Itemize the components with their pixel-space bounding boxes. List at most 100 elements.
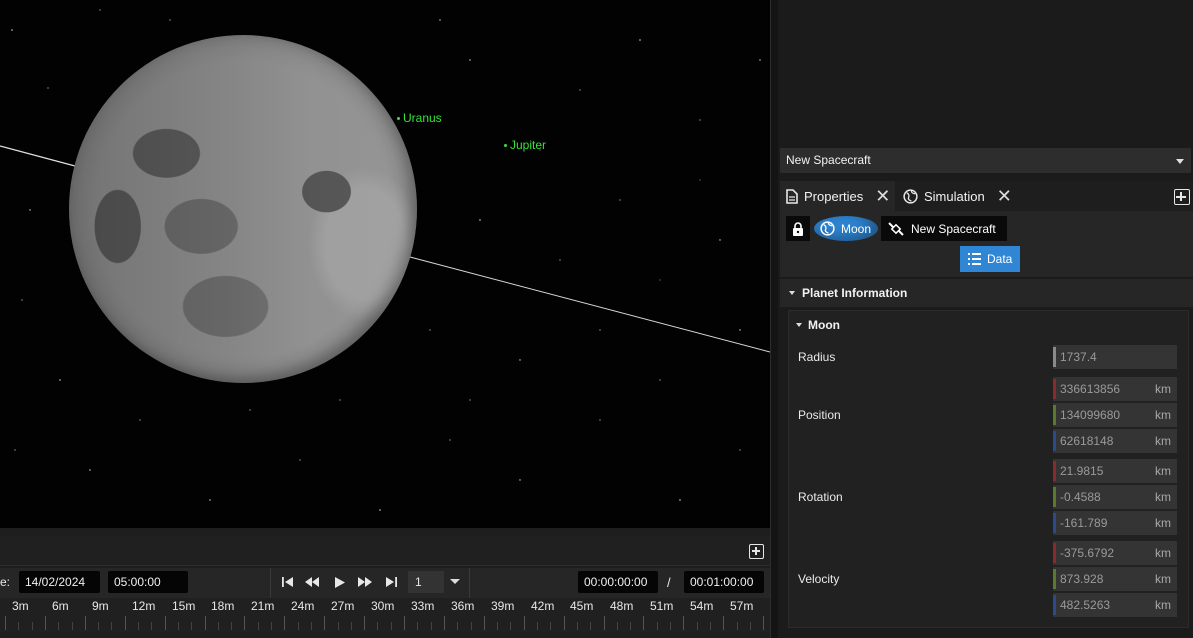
radius-label: Radius [798,350,836,364]
tick-mark [430,622,432,630]
unit-label: km [1155,490,1171,504]
tick-label: 51m [650,599,674,613]
tick-mark [377,622,379,630]
tick-label: 6m [52,599,69,613]
tick-mark [231,622,233,630]
subsection-title[interactable]: Moon [808,318,840,332]
tick-mark [257,622,259,630]
current-time-field[interactable]: 00:00:00:00 [578,571,658,593]
tab-properties-label: Properties [804,188,864,204]
globe-icon [903,188,918,204]
tick-label: 15m [172,599,196,613]
right-panel: New Spacecraft Properties ✕ Simulation ✕… [778,0,1193,638]
3d-viewport[interactable]: Uranus Jupiter [0,0,770,528]
end-time-field[interactable]: 00:01:00:00 [684,571,764,593]
rotation-y-field[interactable]: -0.4588 km [1053,485,1177,509]
unit-label: km [1155,516,1171,530]
moon-shading [69,35,417,383]
moon-object-button[interactable]: Moon [814,216,878,241]
tick-mark [763,616,765,630]
tick-mark [191,622,193,630]
radius-field[interactable]: 1737.4 [1053,345,1177,369]
time-separator: / [667,575,671,590]
tick-mark [523,616,525,630]
tick-mark [510,622,512,630]
position-x-field[interactable]: 336613856 km [1053,377,1177,401]
lock-button[interactable] [786,216,810,241]
chevron-down-icon[interactable] [450,579,460,584]
tick-mark [84,616,86,630]
y-axis-bar [1053,569,1056,589]
tick-mark [18,622,20,630]
tick-label: 45m [570,599,594,613]
velocity-x-value: -375.6792 [1060,546,1115,560]
jupiter-label[interactable]: Jupiter [504,138,546,152]
chevron-down-icon [1176,159,1184,164]
rotation-x-field[interactable]: 21.9815 km [1053,459,1177,483]
tick-mark [736,622,738,630]
timeline-header [0,536,770,566]
uranus-label[interactable]: Uranus [397,111,442,125]
position-y-field[interactable]: 134099680 km [1053,403,1177,427]
play-icon[interactable] [331,574,349,590]
position-z-field[interactable]: 62618148 km [1053,429,1177,453]
tick-label: 36m [451,599,475,613]
document-icon [786,188,798,204]
add-panel-icon[interactable] [1174,189,1190,205]
date-field[interactable]: 14/02/2024 [19,571,100,593]
timeline-ruler[interactable]: 3m 6m 9m 12m 15m 18m 21m 24m 27m 30m 33m… [0,598,770,632]
tick-mark [590,622,592,630]
divider [469,568,470,598]
lock-icon [793,221,803,236]
tick-mark [204,616,206,630]
unit-label: km [1155,382,1171,396]
tick-mark [563,616,565,630]
skip-to-start-icon[interactable] [278,574,296,590]
section-title: Planet Information [802,286,908,300]
tab-simulation[interactable]: Simulation ✕ [897,181,1015,211]
tick-label: 21m [251,599,275,613]
tab-properties[interactable]: Properties ✕ [780,181,895,211]
tick-label: 57m [730,599,754,613]
tick-mark [696,622,698,630]
speed-select[interactable]: 1 [408,571,444,593]
chevron-down-icon[interactable] [796,323,802,327]
fast-forward-icon[interactable] [356,574,374,590]
tick-mark [364,616,366,630]
unit-label: km [1155,434,1171,448]
tick-mark [44,616,46,630]
velocity-z-field[interactable]: 482.5263 km [1053,593,1177,617]
data-button[interactable]: Data [960,246,1020,272]
skip-to-end-icon[interactable] [382,574,400,590]
add-panel-icon[interactable] [749,544,764,559]
tick-label: 48m [610,599,634,613]
rotation-x-value: 21.9815 [1060,464,1104,478]
velocity-x-field[interactable]: -375.6792 km [1053,541,1177,565]
tick-mark [630,622,632,630]
position-y-value: 134099680 [1060,408,1121,422]
position-x-value: 336613856 [1060,382,1121,396]
tick-mark [164,616,166,630]
uranus-marker-icon [397,116,400,120]
spacecraft-dropdown[interactable]: New Spacecraft [780,148,1191,173]
tick-mark [151,622,153,630]
panel-splitter[interactable] [770,0,778,638]
tick-mark [58,622,60,630]
velocity-y-field[interactable]: 873.928 km [1053,567,1177,591]
tick-label: 18m [211,599,235,613]
tick-mark [550,622,552,630]
y-axis-bar [1053,487,1056,507]
time-field[interactable]: 05:00:00 [108,571,188,593]
y-axis-bar [1053,405,1056,425]
close-icon[interactable]: ✕ [875,187,890,205]
spacecraft-object-button[interactable]: New Spacecraft [881,216,1007,241]
rewind-icon[interactable] [303,574,321,590]
tick-mark [470,622,472,630]
planet-information-header[interactable]: Planet Information [780,279,1193,307]
tick-mark [497,622,499,630]
rotation-z-value: -161.789 [1060,516,1108,530]
velocity-z-value: 482.5263 [1060,598,1111,612]
data-button-label: Data [987,252,1013,266]
close-icon[interactable]: ✕ [997,187,1012,205]
rotation-z-field[interactable]: -161.789 km [1053,511,1177,535]
